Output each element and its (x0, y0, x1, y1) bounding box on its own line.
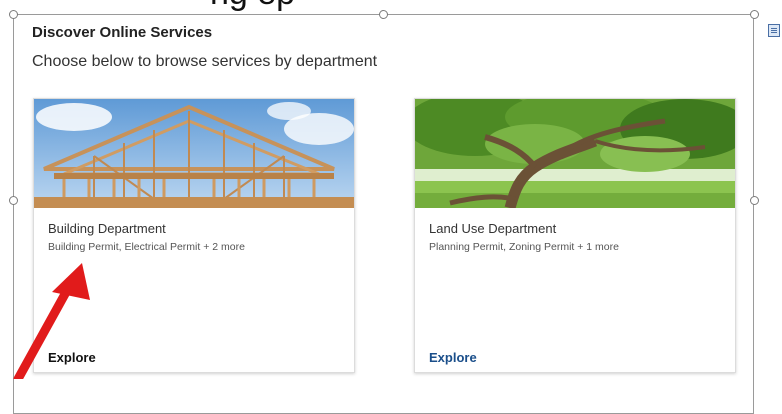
land-use-department-card[interactable]: Land Use Department Planning Permit, Zon… (414, 98, 736, 373)
tree-landscape-image (415, 99, 735, 208)
section-title: Discover Online Services (32, 24, 213, 41)
section-subtitle: Choose below to browse services by depar… (32, 53, 378, 70)
resize-handle-middle-left[interactable] (9, 196, 18, 205)
resize-handle-top-left[interactable] (9, 10, 18, 19)
explore-link[interactable]: Explore (48, 350, 96, 365)
card-title: Land Use Department (429, 221, 557, 236)
document-layout-icon[interactable] (768, 24, 780, 37)
resize-handle-top-center[interactable] (379, 10, 388, 19)
explore-link[interactable]: Explore (429, 350, 477, 365)
resize-handle-middle-right[interactable] (750, 196, 759, 205)
resize-handle-top-right[interactable] (750, 10, 759, 19)
clipped-heading-text: ng ep (210, 0, 295, 13)
card-services: Building Permit, Electrical Permit + 2 m… (48, 241, 245, 253)
house-framing-image (34, 99, 354, 208)
card-title: Building Department (48, 221, 166, 236)
card-services: Planning Permit, Zoning Permit + 1 more (429, 241, 619, 253)
building-department-card[interactable]: Building Department Building Permit, Ele… (33, 98, 355, 373)
